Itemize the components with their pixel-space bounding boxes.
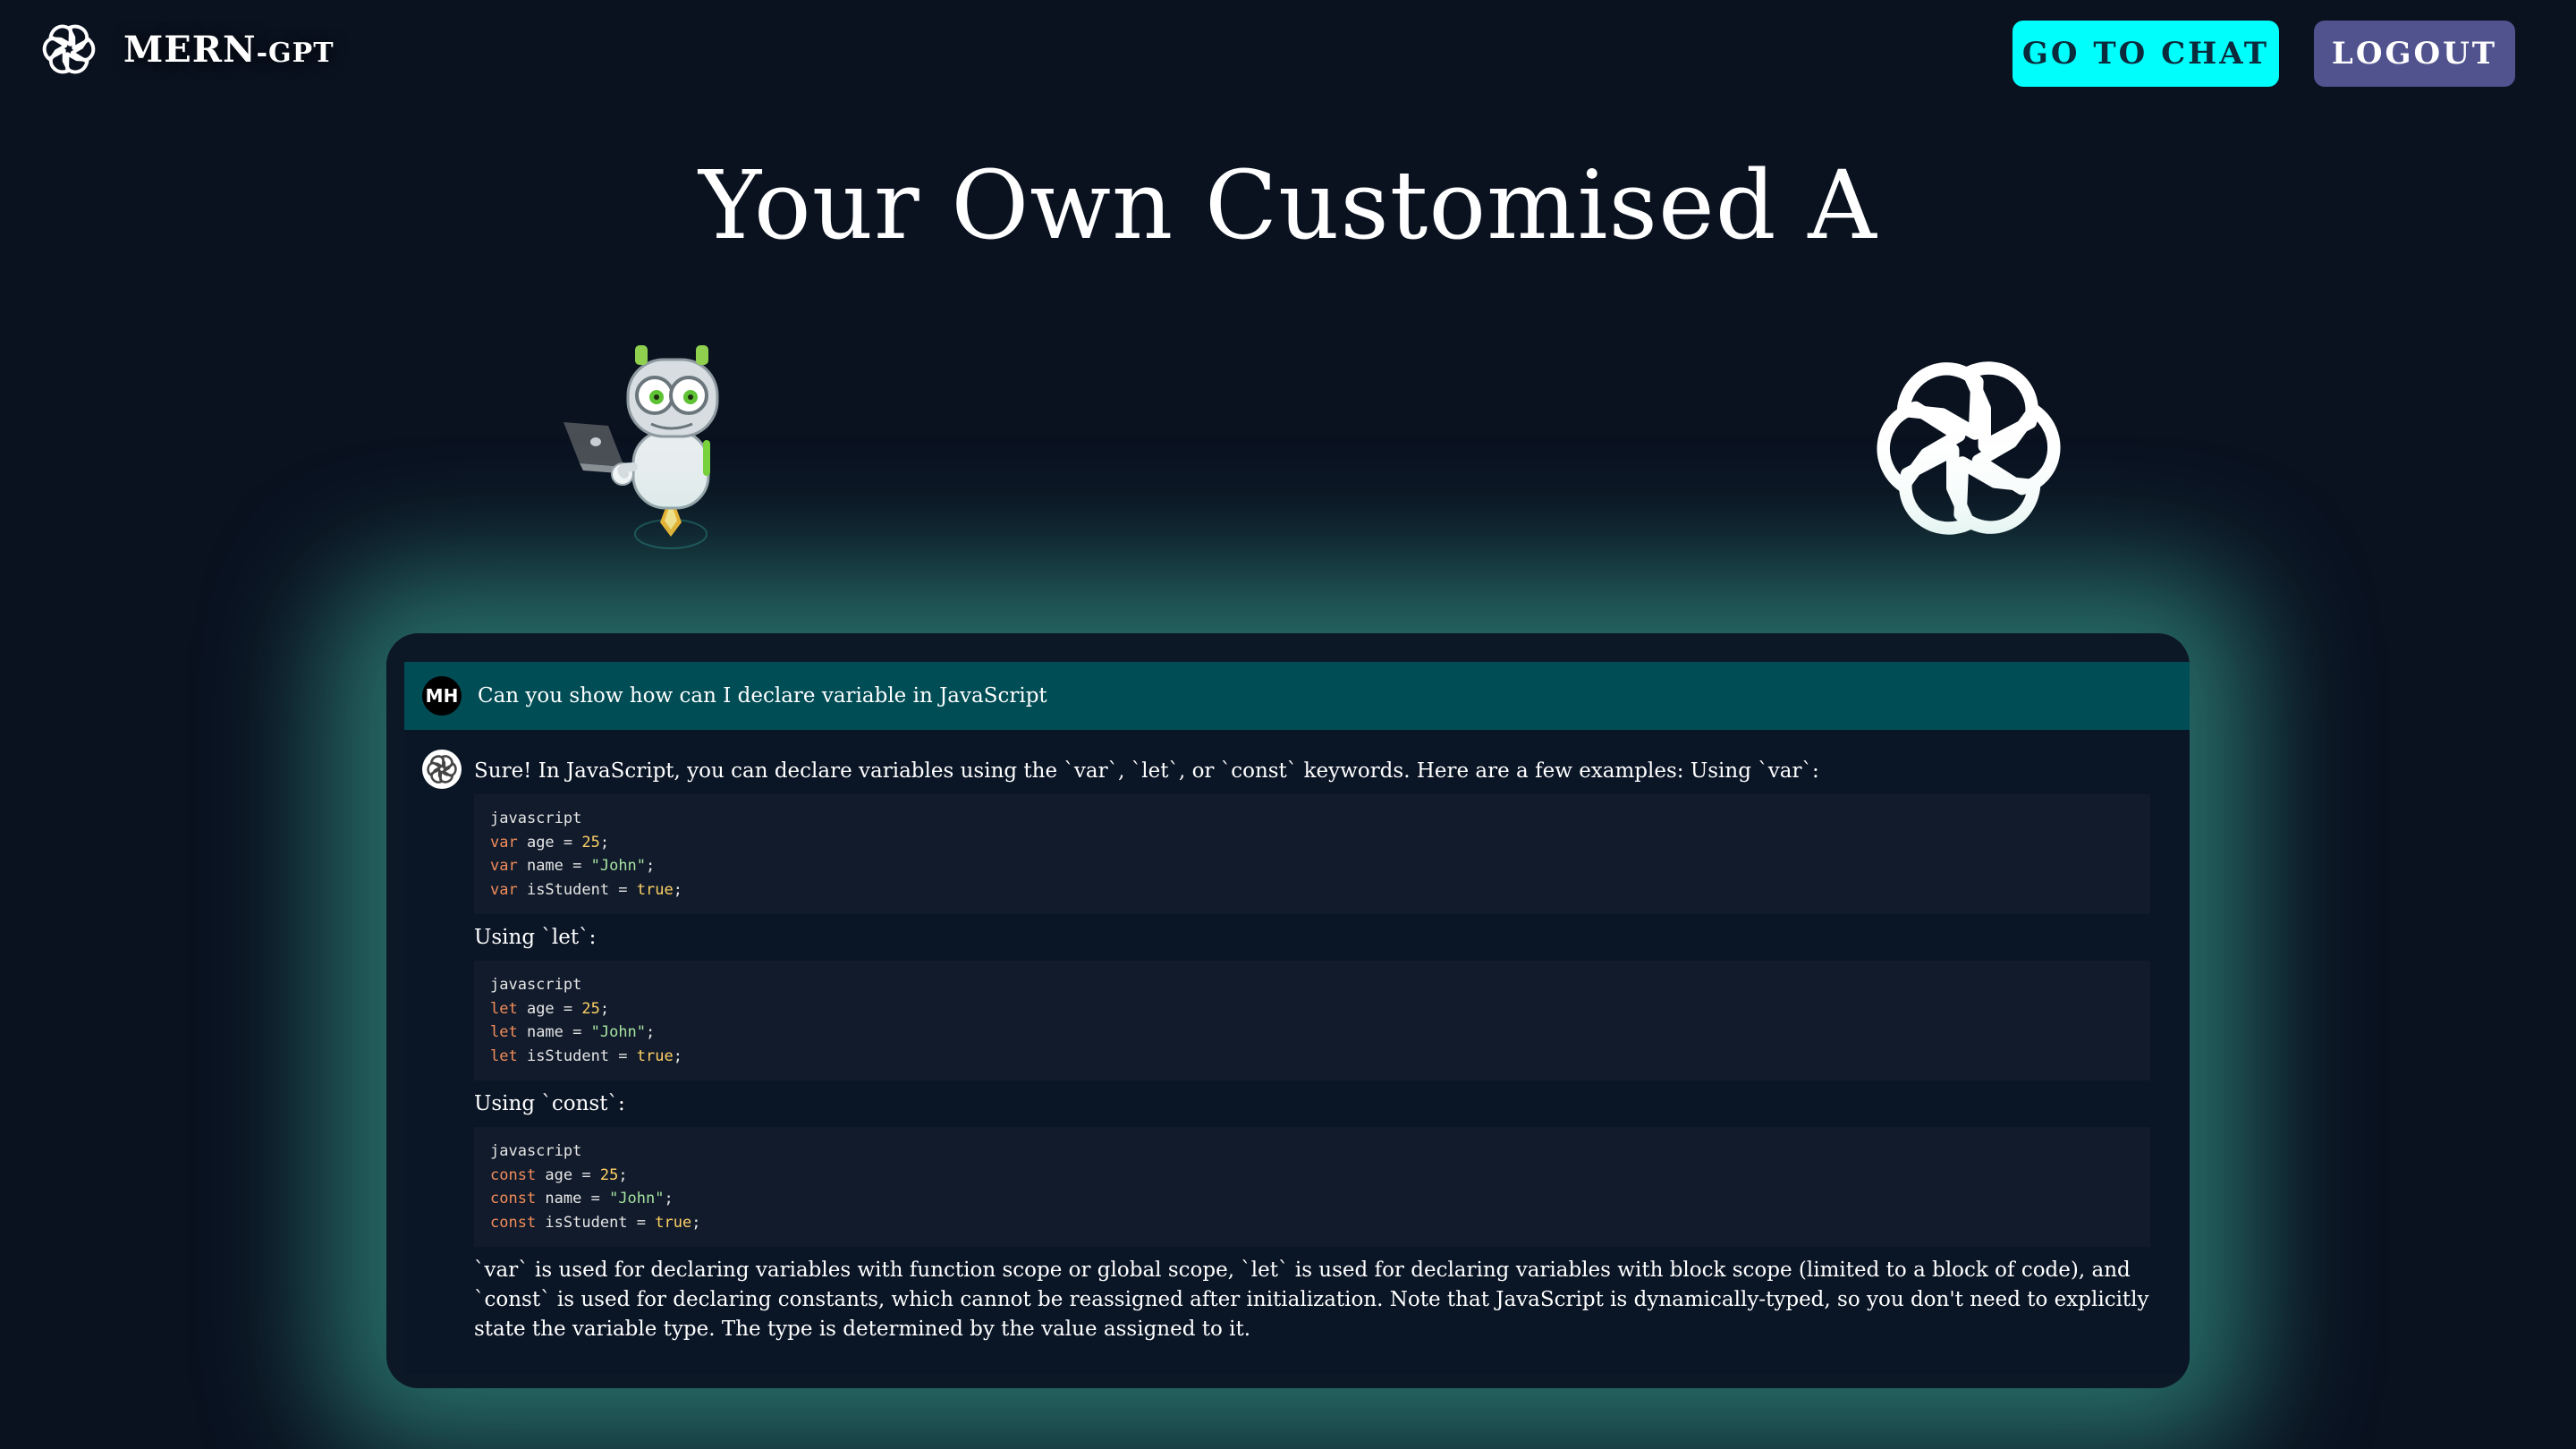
label-using-let: Using `let`: xyxy=(474,926,597,949)
header: MERN-GPT GO TO CHAT LOGOUT xyxy=(0,0,2576,107)
code-line: var name = "John"; xyxy=(490,857,656,875)
user-message-text: Can you show how can I declare variable … xyxy=(478,684,1047,708)
code-line: const name = "John"; xyxy=(490,1190,674,1208)
code-line: var isStudent = true; xyxy=(490,880,682,899)
brand-name-main: MERN xyxy=(123,28,257,71)
logout-button[interactable]: LOGOUT xyxy=(2314,21,2515,87)
user-message: MH Can you show how can I declare variab… xyxy=(404,662,2190,730)
code-block-var: javascript var age = 25; var name = "Joh… xyxy=(474,794,2150,914)
robot-with-laptop-icon xyxy=(564,345,719,549)
code-line: const isStudent = true; xyxy=(490,1213,701,1232)
assistant-message-content: Sure! In JavaScript, you can declare var… xyxy=(474,757,2182,1344)
code-lang: javascript xyxy=(490,809,582,827)
code-block-let: javascript let age = 25; let name = "Joh… xyxy=(474,961,2150,1080)
code-line: let isStudent = true; xyxy=(490,1046,682,1065)
openai-logo-icon xyxy=(426,753,458,785)
assistant-intro: Sure! In JavaScript, you can declare var… xyxy=(474,759,1819,783)
code-lang: javascript xyxy=(490,1142,582,1160)
assistant-message: Sure! In JavaScript, you can declare var… xyxy=(404,730,2190,1374)
assistant-avatar xyxy=(422,750,462,789)
brand-name-suffix: -GPT xyxy=(256,37,335,69)
label-using-const: Using `const`: xyxy=(474,1092,625,1115)
user-avatar: MH xyxy=(422,676,462,716)
brand-name: MERN-GPT xyxy=(123,29,335,71)
code-lang: javascript xyxy=(490,976,582,994)
chat-panel[interactable]: MH Can you show how can I declare variab… xyxy=(386,633,2190,1388)
code-line: let age = 25; xyxy=(490,999,610,1018)
brand[interactable]: MERN-GPT xyxy=(39,20,335,79)
assistant-outro: `var` is used for declaring variables wi… xyxy=(474,1258,2149,1341)
code-block-const: javascript const age = 25; const name = … xyxy=(474,1127,2150,1247)
code-line: const age = 25; xyxy=(490,1165,628,1184)
openai-logo-icon xyxy=(1869,349,2068,547)
go-to-chat-button[interactable]: GO TO CHAT xyxy=(2012,21,2279,87)
code-line: var age = 25; xyxy=(490,833,610,852)
code-line: let name = "John"; xyxy=(490,1023,656,1041)
hero-title: Your Own Customised A xyxy=(699,150,1877,260)
openai-logo-icon xyxy=(39,20,98,79)
